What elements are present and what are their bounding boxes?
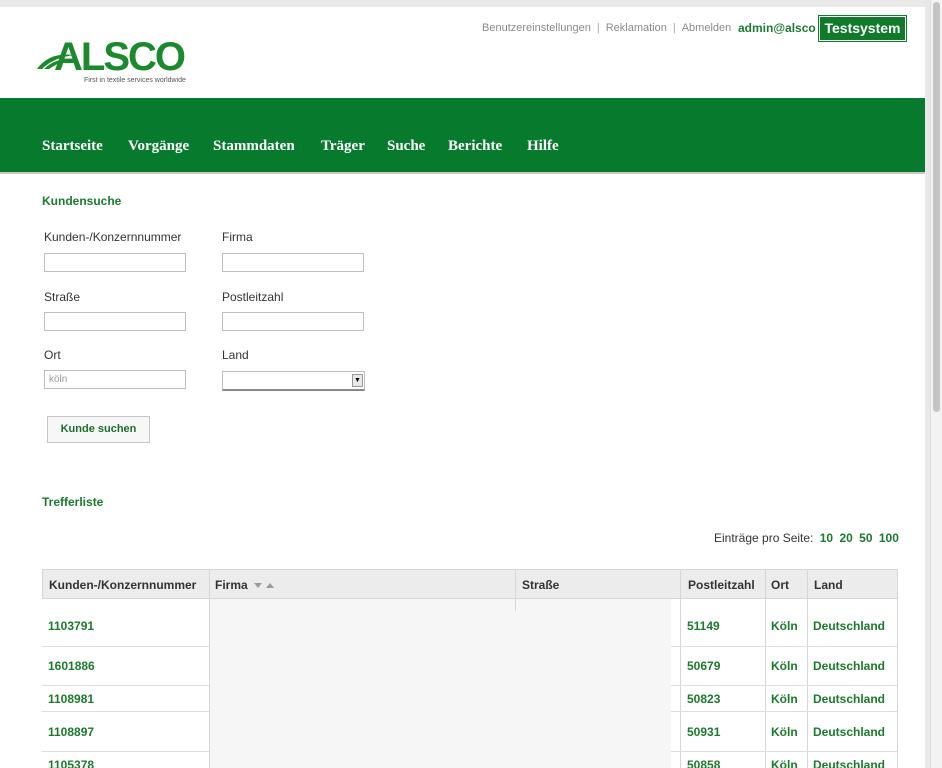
chevron-down-icon[interactable]: ▼ (352, 374, 363, 387)
cell-nummer[interactable]: 1108897 (48, 725, 94, 739)
land-label: Land (222, 348, 249, 362)
column-header-plz[interactable]: Postleitzahl (688, 578, 755, 592)
strasse-input[interactable] (44, 312, 186, 331)
row-divider (671, 751, 898, 752)
link-logout[interactable]: Abmelden (682, 22, 732, 34)
row-divider (42, 751, 209, 752)
cell-ort[interactable]: Köln (771, 758, 798, 768)
nav-startseite[interactable]: Startseite (42, 138, 103, 155)
column-divider (897, 569, 898, 768)
sort-icon[interactable] (253, 581, 275, 589)
cell-ort[interactable]: Köln (771, 725, 798, 739)
logo-wordmark: ALSCO (54, 35, 186, 79)
search-section-title: Kundensuche (42, 194, 122, 208)
scrollbar-thumb[interactable] (933, 2, 940, 412)
cell-land[interactable]: Deutschland (813, 758, 885, 768)
cell-land[interactable]: Deutschland (813, 619, 885, 633)
column-divider (765, 569, 766, 768)
nav-stammdaten[interactable]: Stammdaten (213, 138, 295, 155)
per-page-option-20[interactable]: 20 (839, 531, 852, 545)
row-divider (671, 646, 898, 647)
column-header-land[interactable]: Land (814, 578, 843, 592)
customer-number-label: Kunden-/Konzernnummer (44, 230, 182, 244)
column-divider (515, 569, 516, 611)
nav-hilfe[interactable]: Hilfe (527, 138, 559, 155)
column-header-firma[interactable]: Firma (215, 578, 275, 592)
cell-land[interactable]: Deutschland (813, 725, 885, 739)
cell-plz[interactable]: 50931 (687, 725, 720, 739)
per-page-option-10[interactable]: 10 (820, 531, 833, 545)
land-select[interactable]: ▼ (222, 371, 365, 391)
ort-label: Ort (44, 348, 61, 362)
per-page-label: Einträge pro Seite: (714, 531, 814, 545)
logo-tagline: First in textile services worldwide (84, 77, 186, 84)
link-separator: | (672, 22, 676, 34)
cell-ort[interactable]: Köln (771, 619, 798, 633)
main-navigation: Startseite Vorgänge Stammdaten Träger Su… (0, 98, 925, 174)
plz-label: Postleitzahl (222, 290, 284, 304)
firma-label: Firma (222, 230, 253, 244)
cell-plz[interactable]: 50823 (687, 692, 720, 706)
cell-plz[interactable]: 50679 (687, 659, 720, 673)
current-user: admin@alsco (738, 21, 816, 35)
results-section-title: Trefferliste (42, 495, 104, 509)
nav-suche[interactable]: Suche (387, 138, 425, 155)
row-divider (671, 711, 898, 712)
environment-badge: Testsystem (819, 16, 906, 41)
page: ALSCO First in textile services worldwid… (0, 7, 925, 768)
cell-nummer[interactable]: 1105378 (48, 758, 94, 768)
plz-input[interactable] (222, 312, 364, 331)
row-divider (671, 685, 898, 686)
cell-nummer[interactable]: 1601886 (48, 659, 95, 673)
firma-strasse-blank-area (209, 599, 671, 768)
nav-berichte[interactable]: Berichte (448, 138, 502, 155)
column-header-ort[interactable]: Ort (771, 578, 789, 592)
column-divider (807, 569, 808, 768)
column-divider (209, 569, 210, 768)
per-page-option-100[interactable]: 100 (879, 531, 899, 545)
cell-nummer[interactable]: 1103791 (48, 619, 94, 633)
results-table: Kunden-/Konzernnummer Firma Straße Postl… (42, 569, 898, 768)
top-links: Benutzereinstellungen | Reklamation | Abmeld… (482, 22, 731, 34)
column-header-strasse[interactable]: Straße (522, 578, 559, 592)
cell-ort[interactable]: Köln (771, 659, 798, 673)
nav-vorgaenge[interactable]: Vorgänge (128, 138, 189, 155)
cell-land[interactable]: Deutschland (813, 692, 885, 706)
cell-nummer[interactable]: 1108981 (48, 692, 94, 706)
column-divider (680, 569, 681, 768)
vertical-scrollbar[interactable] (930, 0, 942, 768)
search-customer-button[interactable]: Kunde suchen (47, 416, 150, 443)
ort-input[interactable] (44, 370, 186, 389)
row-divider (42, 711, 209, 712)
alsco-logo[interactable]: ALSCO First in textile services worldwid… (36, 37, 196, 89)
link-separator: | (596, 22, 600, 34)
per-page-selector: Einträge pro Seite: 10 20 50 100 (714, 531, 899, 545)
row-divider (42, 646, 209, 647)
cell-plz[interactable]: 50858 (687, 758, 720, 768)
link-user-settings[interactable]: Benutzereinstellungen (482, 22, 591, 34)
column-header-firma-label: Firma (215, 578, 248, 592)
nav-traeger[interactable]: Träger (321, 138, 365, 155)
strasse-label: Straße (44, 290, 81, 304)
column-header-nummer[interactable]: Kunden-/Konzernnummer (49, 578, 196, 592)
cell-ort[interactable]: Köln (771, 692, 798, 706)
cell-land[interactable]: Deutschland (813, 659, 885, 673)
row-divider (42, 685, 209, 686)
link-reklamation[interactable]: Reklamation (606, 22, 667, 34)
customer-number-input[interactable] (44, 253, 186, 272)
cell-plz[interactable]: 51149 (687, 619, 720, 633)
firma-input[interactable] (222, 253, 364, 272)
table-header: Kunden-/Konzernnummer Firma Straße Postl… (42, 569, 898, 599)
per-page-option-50[interactable]: 50 (859, 531, 872, 545)
